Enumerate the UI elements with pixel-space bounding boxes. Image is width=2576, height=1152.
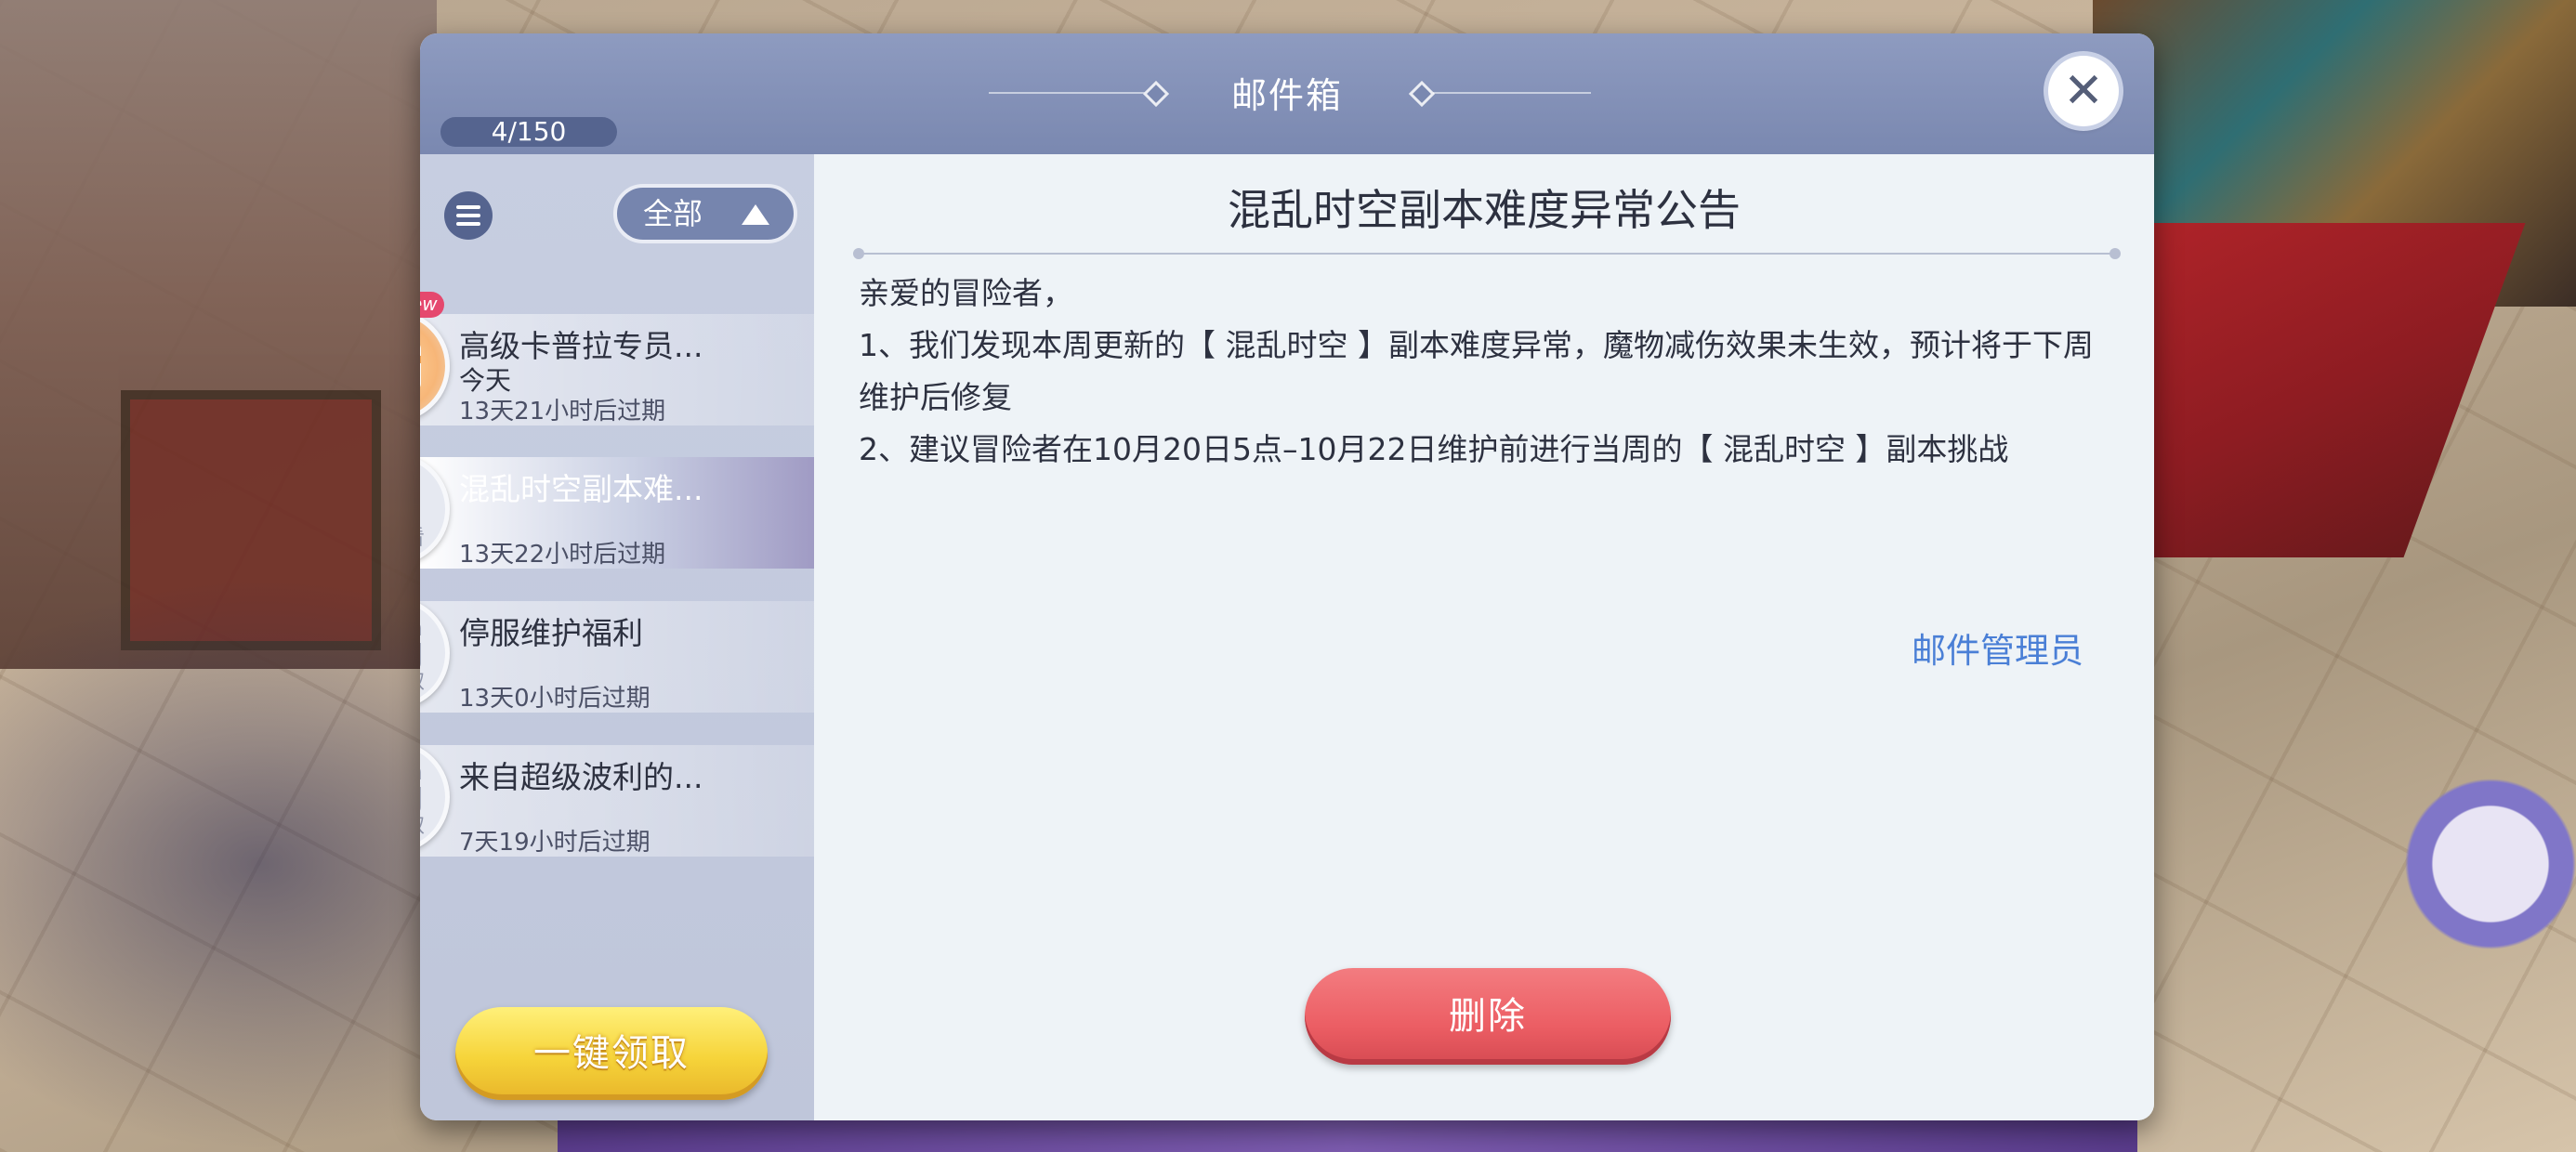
list-icon[interactable] <box>444 191 493 240</box>
mail-sender: 邮件管理员 <box>1912 631 2083 671</box>
mail-item-expire: 7天19小时后过期 <box>459 829 651 857</box>
mail-body: 亲爱的冒险者， 1、我们发现本周更新的【 混乱时空 】副本难度异常，魔物减伤效果… <box>859 268 2123 476</box>
dialog-header: 邮件箱 4/150 ✕ <box>420 33 2154 154</box>
mail-item-expire: 13天22小时后过期 <box>459 541 666 569</box>
mail-item-state: 已领取 <box>420 809 445 839</box>
claim-all-button[interactable]: 一键领取 <box>455 1007 768 1100</box>
dialog-title: 邮件箱 <box>1230 75 1343 116</box>
mail-item-title: 高级卡普拉专员... <box>459 328 703 364</box>
mail-greeting: 亲爱的冒险者， <box>859 275 1073 311</box>
mail-title: 混乱时空副本难度异常公告 <box>1228 185 1741 235</box>
mail-item-title: 混乱时空副本难... <box>459 471 703 507</box>
mail-list-item-selected[interactable]: 已查看 混乱时空副本难... 13天22小时后过期 <box>420 453 814 569</box>
title-divider <box>853 248 2121 259</box>
mail-list-pane: 全部 new 高级卡普拉专员... 今天 13天21小时后过期 已查看 混乱时空… <box>420 154 814 1120</box>
gift-icon <box>420 766 421 813</box>
mail-item-state: 已领取 <box>420 665 445 695</box>
building-left <box>0 0 437 669</box>
delete-button[interactable]: 删除 <box>1305 968 1671 1065</box>
mail-item-expire: 13天21小时后过期 <box>459 398 666 425</box>
gift-icon <box>420 622 421 669</box>
filter-label: 全部 <box>643 196 703 231</box>
close-icon: ✕ <box>2063 63 2104 119</box>
mail-line-1: 1、我们发现本周更新的【 混乱时空 】副本难度异常，魔物减伤效果未生效，预计将于… <box>859 327 2094 415</box>
close-button[interactable]: ✕ <box>2048 56 2119 126</box>
mail-list-item[interactable]: 已领取 停服维护福利 13天0小时后过期 <box>420 597 814 713</box>
mail-count-badge: 4/150 <box>440 117 617 147</box>
mail-item-state: 已查看 <box>420 521 445 551</box>
gift-icon <box>420 343 421 389</box>
pet-creature <box>2362 762 2576 966</box>
filter-dropdown[interactable]: 全部 <box>613 184 797 243</box>
mail-content-pane: 混乱时空副本难度异常公告 亲爱的冒险者， 1、我们发现本周更新的【 混乱时空 】… <box>814 154 2154 1120</box>
mailbox-dialog: 邮件箱 4/150 ✕ 全部 new 高级卡普拉专员... 今天 13天21小时… <box>420 33 2154 1120</box>
mail-list-item[interactable]: 已领取 来自超级波利的... 7天19小时后过期 <box>420 741 814 857</box>
mail-item-title: 来自超级波利的... <box>459 759 703 795</box>
mail-line-2: 2、建议冒险者在10月20日5点–10月22日维护前进行当周的【 混乱时空 】副… <box>859 431 2009 467</box>
triangle-up-icon <box>742 204 769 225</box>
mail-item-expire: 13天0小时后过期 <box>459 685 651 713</box>
mail-item-title: 停服维护福利 <box>459 615 643 651</box>
mail-list-item[interactable]: new 高级卡普拉专员... 今天 13天21小时后过期 <box>420 292 814 425</box>
